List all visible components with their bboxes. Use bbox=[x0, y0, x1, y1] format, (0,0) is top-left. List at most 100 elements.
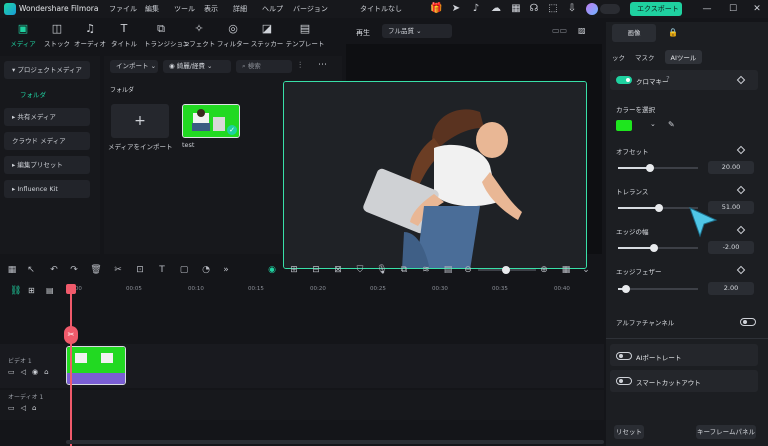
save-icon[interactable]: ⬚ bbox=[547, 3, 559, 15]
offset-slider[interactable] bbox=[618, 164, 698, 172]
zoom-in-icon[interactable]: ⊕ bbox=[538, 264, 550, 276]
close-icon[interactable]: ✕ bbox=[750, 2, 764, 16]
send-icon[interactable]: ➤ bbox=[450, 3, 462, 15]
search-input[interactable]: ⌕ 検索 bbox=[236, 60, 292, 73]
folder-icon[interactable]: ▭ bbox=[8, 404, 15, 412]
more-tools-icon[interactable]: » bbox=[220, 264, 232, 276]
ai-portrait-toggle[interactable] bbox=[616, 352, 632, 360]
menu-edit[interactable]: 編集 bbox=[145, 4, 159, 14]
nav-cloud-media[interactable]: クラウド メディア bbox=[4, 132, 90, 150]
tab-transitions[interactable]: ⧉ トランジション bbox=[144, 22, 190, 52]
zoom-out-icon[interactable]: ⊖ bbox=[462, 264, 474, 276]
render-icon[interactable]: ◉ bbox=[266, 264, 278, 276]
link-icon[interactable]: ⛓ bbox=[10, 286, 21, 296]
ai-icon[interactable]: ⊟ bbox=[310, 264, 322, 276]
keyframe-panel-button[interactable]: キーフレームパネル bbox=[696, 425, 756, 439]
layers-icon[interactable]: ⧉ bbox=[398, 264, 410, 276]
lock-icon[interactable]: 🔒 bbox=[668, 28, 678, 37]
playhead[interactable] bbox=[70, 284, 72, 446]
stack-icon[interactable]: ▤ bbox=[442, 264, 454, 276]
headset-icon[interactable]: ☊ bbox=[528, 3, 540, 15]
menu-view[interactable]: 表示 bbox=[204, 4, 218, 14]
minimize-icon[interactable]: — bbox=[700, 2, 714, 16]
eyedropper-icon[interactable]: ✎ bbox=[668, 120, 675, 129]
compare-icon[interactable]: ▭▭ bbox=[552, 26, 567, 35]
help-icon[interactable]: ? bbox=[666, 75, 670, 83]
tab-image[interactable]: 画像 bbox=[612, 24, 656, 42]
track-list-icon[interactable]: ▤ bbox=[46, 286, 54, 295]
theme-toggle[interactable] bbox=[600, 4, 620, 14]
bell-icon[interactable]: ♪ bbox=[470, 3, 482, 15]
zoom-knob[interactable] bbox=[502, 266, 510, 274]
tab-templates[interactable]: ▤ テンプレート bbox=[285, 22, 325, 52]
sort-dropdown[interactable]: ◉ 綺麗/経費 ⌄ bbox=[163, 60, 231, 73]
alpha-channel-toggle[interactable] bbox=[740, 318, 756, 326]
offset-value[interactable]: 20.00 bbox=[708, 161, 754, 174]
folder-icon[interactable]: ▭ bbox=[8, 368, 15, 376]
edge-width-slider[interactable] bbox=[618, 244, 698, 252]
cloud-upload-icon[interactable]: ☁ bbox=[490, 3, 502, 15]
nav-edit-presets[interactable]: ▸ 編集プリセット bbox=[4, 156, 90, 174]
sub-tab-basic[interactable]: ック bbox=[612, 52, 625, 62]
reset-button[interactable]: リセット bbox=[614, 425, 644, 439]
edge-feather-value[interactable]: 2.00 bbox=[708, 282, 754, 295]
track-add-icon[interactable]: ⊞ bbox=[28, 286, 35, 295]
import-media-card[interactable]: + bbox=[111, 104, 169, 138]
edge-feather-slider[interactable] bbox=[618, 285, 698, 293]
chroma-key-toggle[interactable] bbox=[616, 76, 632, 84]
tab-media[interactable]: ▣ メディア bbox=[6, 22, 40, 52]
menu-version[interactable]: バージョン bbox=[293, 4, 328, 14]
import-dropdown[interactable]: インポート ⌄ bbox=[110, 60, 158, 73]
grid-icon[interactable]: ▦ bbox=[510, 3, 522, 15]
tab-audio[interactable]: ♫ オーディオ bbox=[73, 22, 107, 52]
menu-advanced[interactable]: 詳細 bbox=[233, 4, 247, 14]
shape-icon[interactable]: ▢ bbox=[178, 264, 190, 276]
more-icon[interactable]: ⋯ bbox=[318, 60, 327, 70]
speed-icon[interactable]: ◔ bbox=[200, 264, 212, 276]
nav-project-media[interactable]: ▾ プロジェクトメディア bbox=[4, 61, 90, 79]
video-preview[interactable] bbox=[283, 81, 587, 269]
media-clip-thumbnail[interactable]: ✓ bbox=[182, 104, 240, 138]
playhead-handle[interactable] bbox=[66, 284, 76, 294]
filter-list-icon[interactable]: ⫶ bbox=[299, 61, 301, 71]
layout-icon[interactable]: ▦ bbox=[560, 264, 572, 276]
tolerance-slider-knob[interactable] bbox=[654, 204, 663, 212]
nav-shared-media[interactable]: ▸ 共有メディア bbox=[4, 108, 90, 126]
tab-filters[interactable]: ◎ フィルター bbox=[216, 22, 250, 52]
tab-stickers[interactable]: ◪ ステッカー bbox=[250, 22, 284, 52]
audio-mix-icon[interactable]: ≋ bbox=[420, 264, 432, 276]
tab-stock[interactable]: ◫ ストック bbox=[40, 22, 74, 52]
chevron-down-icon[interactable]: ⌄ bbox=[580, 264, 592, 276]
nav-folder[interactable]: フォルダ bbox=[20, 89, 46, 99]
text-icon[interactable]: T bbox=[156, 264, 168, 276]
speaker-icon[interactable]: ◁ bbox=[21, 368, 26, 376]
download-icon[interactable]: ⇩ bbox=[566, 3, 578, 15]
scissors-icon[interactable]: ✂ bbox=[64, 326, 78, 344]
timeline-scrollbar[interactable] bbox=[66, 440, 604, 444]
lock-icon[interactable]: ⌂ bbox=[32, 404, 36, 412]
gift-icon[interactable]: 🎁 bbox=[430, 3, 442, 15]
smart-cutout-toggle[interactable] bbox=[616, 377, 632, 385]
nav-influence-kit[interactable]: ▸ Influence Kit bbox=[4, 180, 90, 198]
timeline-ruler[interactable] bbox=[64, 283, 604, 295]
maximize-icon[interactable]: ☐ bbox=[726, 2, 740, 16]
color-swatch[interactable] bbox=[616, 120, 632, 131]
menu-file[interactable]: ファイル bbox=[109, 4, 137, 14]
delete-icon[interactable]: 🗑 bbox=[90, 264, 102, 276]
snapshot-icon[interactable]: ▨ bbox=[578, 26, 586, 35]
sub-tab-mask[interactable]: マスク bbox=[635, 52, 655, 62]
menu-tools[interactable]: ツール bbox=[174, 4, 195, 14]
edge-width-slider-knob[interactable] bbox=[650, 244, 658, 252]
menu-help[interactable]: ヘルプ bbox=[262, 4, 283, 14]
offset-slider-knob[interactable] bbox=[646, 164, 654, 172]
timeline-video-clip[interactable] bbox=[66, 346, 126, 385]
speaker-icon[interactable]: ◁ bbox=[21, 404, 26, 412]
tab-effects[interactable]: ✧ エフェクト bbox=[182, 22, 216, 52]
redo-icon[interactable]: ↷ bbox=[68, 264, 80, 276]
split-icon[interactable]: ✂ bbox=[112, 264, 124, 276]
quality-dropdown[interactable]: フル品質 ⌄ bbox=[382, 24, 452, 38]
tab-titles[interactable]: T タイトル bbox=[107, 22, 141, 52]
shield-icon[interactable]: ⛉ bbox=[354, 264, 366, 276]
select-tool-icon[interactable]: ↖ bbox=[25, 264, 37, 276]
grid-view-icon[interactable]: ▦ bbox=[6, 264, 18, 276]
